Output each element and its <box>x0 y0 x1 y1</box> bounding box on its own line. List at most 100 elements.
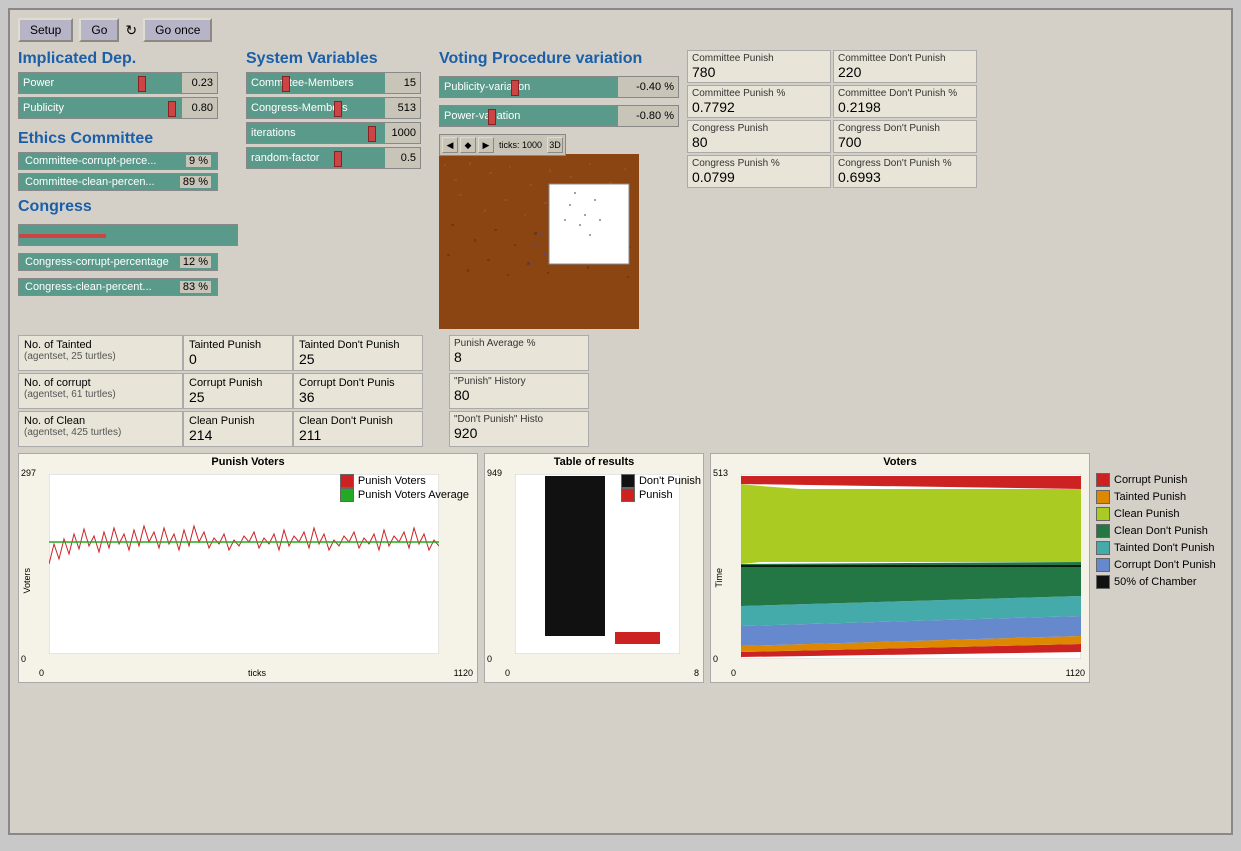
voting-map-section: Voting Procedure variation Publicity-var… <box>439 50 679 329</box>
map-right-btn[interactable]: ▶ <box>478 137 494 153</box>
legend-clean-dont-punish: Clean Don't Punish <box>1096 524 1216 538</box>
congress-corrupt-btn[interactable]: Congress-corrupt-percentage 12 % <box>18 253 218 271</box>
left-column: Implicated Dep. Power 0.23 Publicity 0.8… <box>18 50 238 299</box>
legend-corrupt-punish-label: Corrupt Punish <box>1114 474 1187 486</box>
ethics-committee-title: Ethics Committee <box>18 130 238 148</box>
tainted-punish-header: Tainted Punish <box>189 339 287 351</box>
dont-punish-history-label: "Don't Punish" Histo <box>454 414 584 425</box>
punish-voters-legend-red-label: Punish Voters <box>358 475 426 487</box>
committee-dont-punish-label: Committee Don't Punish <box>838 53 972 64</box>
voters-y-max: 513 <box>713 468 728 478</box>
clean-punish-value: 214 <box>189 427 287 443</box>
punish-x-label: ticks <box>248 668 266 678</box>
results-chart: Table of results 949 0 0 8 Don't Punish <box>484 453 704 683</box>
committee-punish-pct-value: 0.7792 <box>692 99 826 115</box>
power-variation-label: Power-variation <box>440 110 618 122</box>
congress-members-slider[interactable]: Congress-Members 513 <box>246 97 421 119</box>
implicated-dep-section: Implicated Dep. Power 0.23 Publicity 0.8… <box>18 50 233 122</box>
toolbar: Setup Go ↻ Go once <box>18 18 1223 42</box>
clean-percen-value: 89 % <box>180 176 211 188</box>
clean-dont-punish-cell: Clean Don't Punish 211 <box>293 411 423 447</box>
results-x-min: 0 <box>505 668 510 678</box>
go-button[interactable]: Go <box>79 18 119 42</box>
congress-members-value: 513 <box>385 98 420 118</box>
map-3d-btn[interactable]: 3D <box>547 137 563 153</box>
iterations-slider[interactable]: iterations 1000 <box>246 122 421 144</box>
map-toolbar: ◀ ◆ ▶ ticks: 1000 3D <box>439 134 566 156</box>
committee-members-slider[interactable]: Committee-Members 15 <box>246 72 421 94</box>
map-canvas[interactable] <box>439 154 639 329</box>
punish-history-box: "Punish" History 80 <box>449 373 589 409</box>
publicity-variation-value: -0.40 % <box>618 77 678 97</box>
dont-punish-history-value: 920 <box>454 425 584 441</box>
punish-avg-box: Punish Average % 8 <box>449 335 589 371</box>
clean-sub: (agentset, 425 turtles) <box>24 427 177 438</box>
system-variables-section: System Variables Committee-Members 15 Co… <box>246 50 431 172</box>
congress-punish-pct-value: 0.0799 <box>692 169 826 185</box>
map-pan-btn[interactable]: ◆ <box>460 137 476 153</box>
congress-corrupt-value: 12 % <box>180 256 211 268</box>
committee-dont-punish-pct-label: Committee Don't Punish % <box>838 88 972 99</box>
clean-percen-btn[interactable]: Committee-clean-percen... 89 % <box>18 173 218 191</box>
map-ticks: ticks: 1000 <box>496 137 545 153</box>
corrupt-dont-punish-value: 36 <box>299 389 417 405</box>
corrupt-perce-label: Committee-corrupt-perce... <box>25 155 156 167</box>
legend-corrupt-dont-punish: Corrupt Don't Punish <box>1096 558 1216 572</box>
dont-punish-legend-label: Don't Punish <box>639 475 701 487</box>
voters-y-label: Time <box>714 568 724 588</box>
voters-x-min: 0 <box>731 668 736 678</box>
committee-dont-punish-value: 220 <box>838 64 972 80</box>
tainted-dont-punish-cell: Tainted Don't Punish 25 <box>293 335 423 371</box>
go-once-button[interactable]: Go once <box>143 18 212 42</box>
tainted-sub: (agentset, 25 turtles) <box>24 351 177 362</box>
publicity-slider[interactable]: Publicity 0.80 <box>18 97 218 119</box>
power-variation-slider[interactable]: Power-variation -0.80 % <box>439 105 679 127</box>
congress-punish-label: Congress Punish <box>692 123 826 134</box>
power-label: Power <box>19 77 182 89</box>
setup-button[interactable]: Setup <box>18 18 73 42</box>
stats-row-1: Committee Punish 780 Committee Don't Pun… <box>687 50 977 83</box>
dont-punish-legend-black <box>621 474 635 488</box>
dont-punish-history-box: "Don't Punish" Histo 920 <box>449 411 589 447</box>
map-zoom-btn[interactable]: ◀ <box>442 137 458 153</box>
data-charts-row: No. of Tainted (agentset, 25 turtles) Ta… <box>18 335 1223 447</box>
punish-history-label: "Punish" History <box>454 376 584 387</box>
congress-dont-punish-pct-value: 0.6993 <box>838 169 972 185</box>
legend-tainted-dont-punish-color <box>1096 541 1110 555</box>
publicity-variation-slider[interactable]: Publicity-variation -0.40 % <box>439 76 679 98</box>
congress-bar <box>18 224 238 246</box>
committee-punish-box: Committee Punish 780 <box>687 50 831 83</box>
tainted-dont-punish-value: 25 <box>299 351 417 367</box>
committee-dont-punish-pct-box: Committee Don't Punish % 0.2198 <box>833 85 977 118</box>
stats-row-4: Congress Punish % 0.0799 Congress Don't … <box>687 155 977 188</box>
legend-corrupt-punish: Corrupt Punish <box>1096 473 1216 487</box>
congress-section: Congress Congress-corrupt-percentage 12 … <box>18 198 238 299</box>
punish-avg-label: Punish Average % <box>454 338 584 349</box>
power-slider[interactable]: Power 0.23 <box>18 72 218 94</box>
legend-tainted-punish-color <box>1096 490 1110 504</box>
congress-clean-btn[interactable]: Congress-clean-percent... 83 % <box>18 278 218 296</box>
congress-punish-value: 80 <box>692 134 826 150</box>
corrupt-header: No. of corrupt <box>24 377 177 389</box>
punish-x-min: 0 <box>39 668 44 678</box>
corrupt-punish-value: 25 <box>189 389 287 405</box>
legend-50pct: 50% of Chamber <box>1096 575 1216 589</box>
tainted-info: No. of Tainted (agentset, 25 turtles) <box>18 335 183 371</box>
table-row-2: No. of corrupt (agentset, 61 turtles) Co… <box>18 373 423 409</box>
results-legend: Don't Punish Punish <box>621 474 701 502</box>
legend-50pct-color <box>1096 575 1110 589</box>
punish-voters-legend-green <box>340 488 354 502</box>
clean-punish-header: Clean Punish <box>189 415 287 427</box>
content-area: Implicated Dep. Power 0.23 Publicity 0.8… <box>18 50 1223 329</box>
congress-corrupt-label: Congress-corrupt-percentage <box>25 256 169 268</box>
tainted-punish-cell: Tainted Punish 0 <box>183 335 293 371</box>
legend-tainted-punish: Tainted Punish <box>1096 490 1216 504</box>
table-row-3: No. of Clean (agentset, 425 turtles) Cle… <box>18 411 423 447</box>
committee-members-label: Committee-Members <box>247 77 385 89</box>
legend-corrupt-punish-color <box>1096 473 1110 487</box>
voting-procedure-title: Voting Procedure variation <box>439 50 679 68</box>
punish-y-min: 0 <box>21 654 26 664</box>
punish-stats-wrapper: Punish Average % 8 "Punish" History 80 "… <box>449 335 589 447</box>
corrupt-perce-btn[interactable]: Committee-corrupt-perce... 9 % <box>18 152 218 170</box>
random-factor-slider[interactable]: random-factor 0.5 <box>246 147 421 169</box>
